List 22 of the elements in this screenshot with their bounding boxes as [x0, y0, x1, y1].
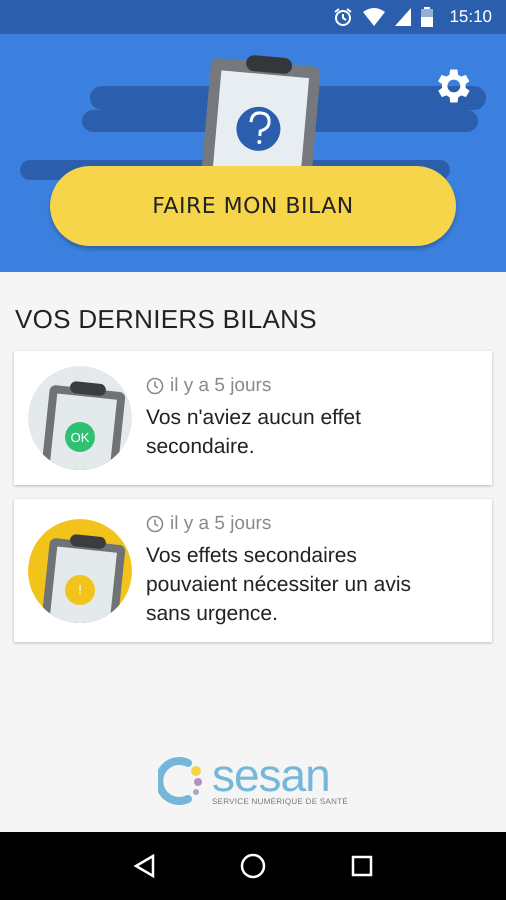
- battery-icon: [421, 7, 434, 27]
- logo-name: sesan: [212, 753, 330, 797]
- back-icon[interactable]: [132, 854, 155, 878]
- clipboard-icon: [28, 518, 132, 622]
- clock-time: 15:10: [449, 7, 492, 27]
- clock-icon: [146, 377, 164, 395]
- wifi-icon: [363, 8, 386, 26]
- signal-icon: [395, 8, 412, 26]
- report-card[interactable]: OK il y a 5 jours Vos n'aviez aucun effet secondaire.: [14, 351, 492, 485]
- report-time: il y a 5 jours: [170, 375, 272, 397]
- recent-apps-icon[interactable]: [351, 855, 374, 877]
- section-title: VOS DERNIERS BILANS: [15, 304, 318, 335]
- report-message: Vos effets secondaires pouvaient nécessiter un avis sans urgence.: [146, 543, 412, 627]
- start-assessment-button[interactable]: FAIRE MON BILAN: [50, 166, 456, 246]
- report-card[interactable]: ! il y a 5 jours Vos effets secondaires pouvaient nécessiter un avis sans urgence.: [14, 499, 492, 642]
- logo-tagline: SERVICE NUMÉRIQUE DE SANTÉ: [212, 797, 348, 806]
- clipboard-icon: [28, 366, 132, 470]
- home-icon[interactable]: [240, 853, 266, 879]
- clock-icon: [146, 515, 164, 533]
- report-time: il y a 5 jours: [170, 513, 272, 535]
- alarm-icon: [333, 7, 354, 27]
- report-message: Vos n'aviez aucun effet secondaire.: [146, 405, 362, 460]
